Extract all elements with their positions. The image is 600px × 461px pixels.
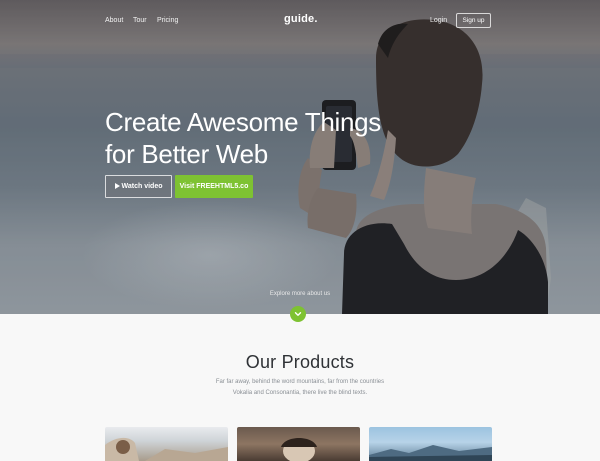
play-icon [114, 182, 120, 189]
products-subtitle-line1: Far far away, behind the word mountains,… [215, 379, 385, 385]
chevron-down-icon [294, 312, 302, 316]
hero-headline: Create Awesome Things for Better Web [105, 106, 381, 170]
product-card-3[interactable] [369, 427, 492, 461]
nav-login-link[interactable]: Login [430, 17, 447, 24]
products-subtitle-line2: Vokalia and Consonantia, there live the … [232, 390, 368, 396]
product-image-2 [281, 438, 317, 461]
product-card-2[interactable] [237, 427, 360, 461]
scroll-down-button[interactable] [290, 306, 306, 322]
hero-headline-line2: for Better Web [105, 139, 268, 169]
product-image-3 [369, 445, 492, 461]
site-logo[interactable]: guide. [284, 13, 318, 25]
hero-headline-line1: Create Awesome Things [105, 107, 382, 137]
nav-pricing-link[interactable]: Pricing [157, 17, 178, 24]
hero-section: About Tour Pricing guide. Login Sign up … [0, 0, 600, 314]
visit-freehtml5-button[interactable]: Visit FREEHTML5.co [175, 175, 253, 198]
nav-about-link[interactable]: About [105, 17, 123, 24]
watch-video-label: Watch video [121, 183, 163, 190]
products-subtitle: Far far away, behind the word mountains,… [0, 377, 600, 399]
watch-video-button[interactable]: Watch video [105, 175, 172, 198]
product-image-1 [105, 437, 228, 461]
explore-text: Explore more about us [269, 291, 331, 297]
product-card-1[interactable] [105, 427, 228, 461]
signup-button[interactable]: Sign up [456, 13, 491, 28]
nav-tour-link[interactable]: Tour [133, 17, 147, 24]
products-title: Our Products [245, 352, 355, 372]
